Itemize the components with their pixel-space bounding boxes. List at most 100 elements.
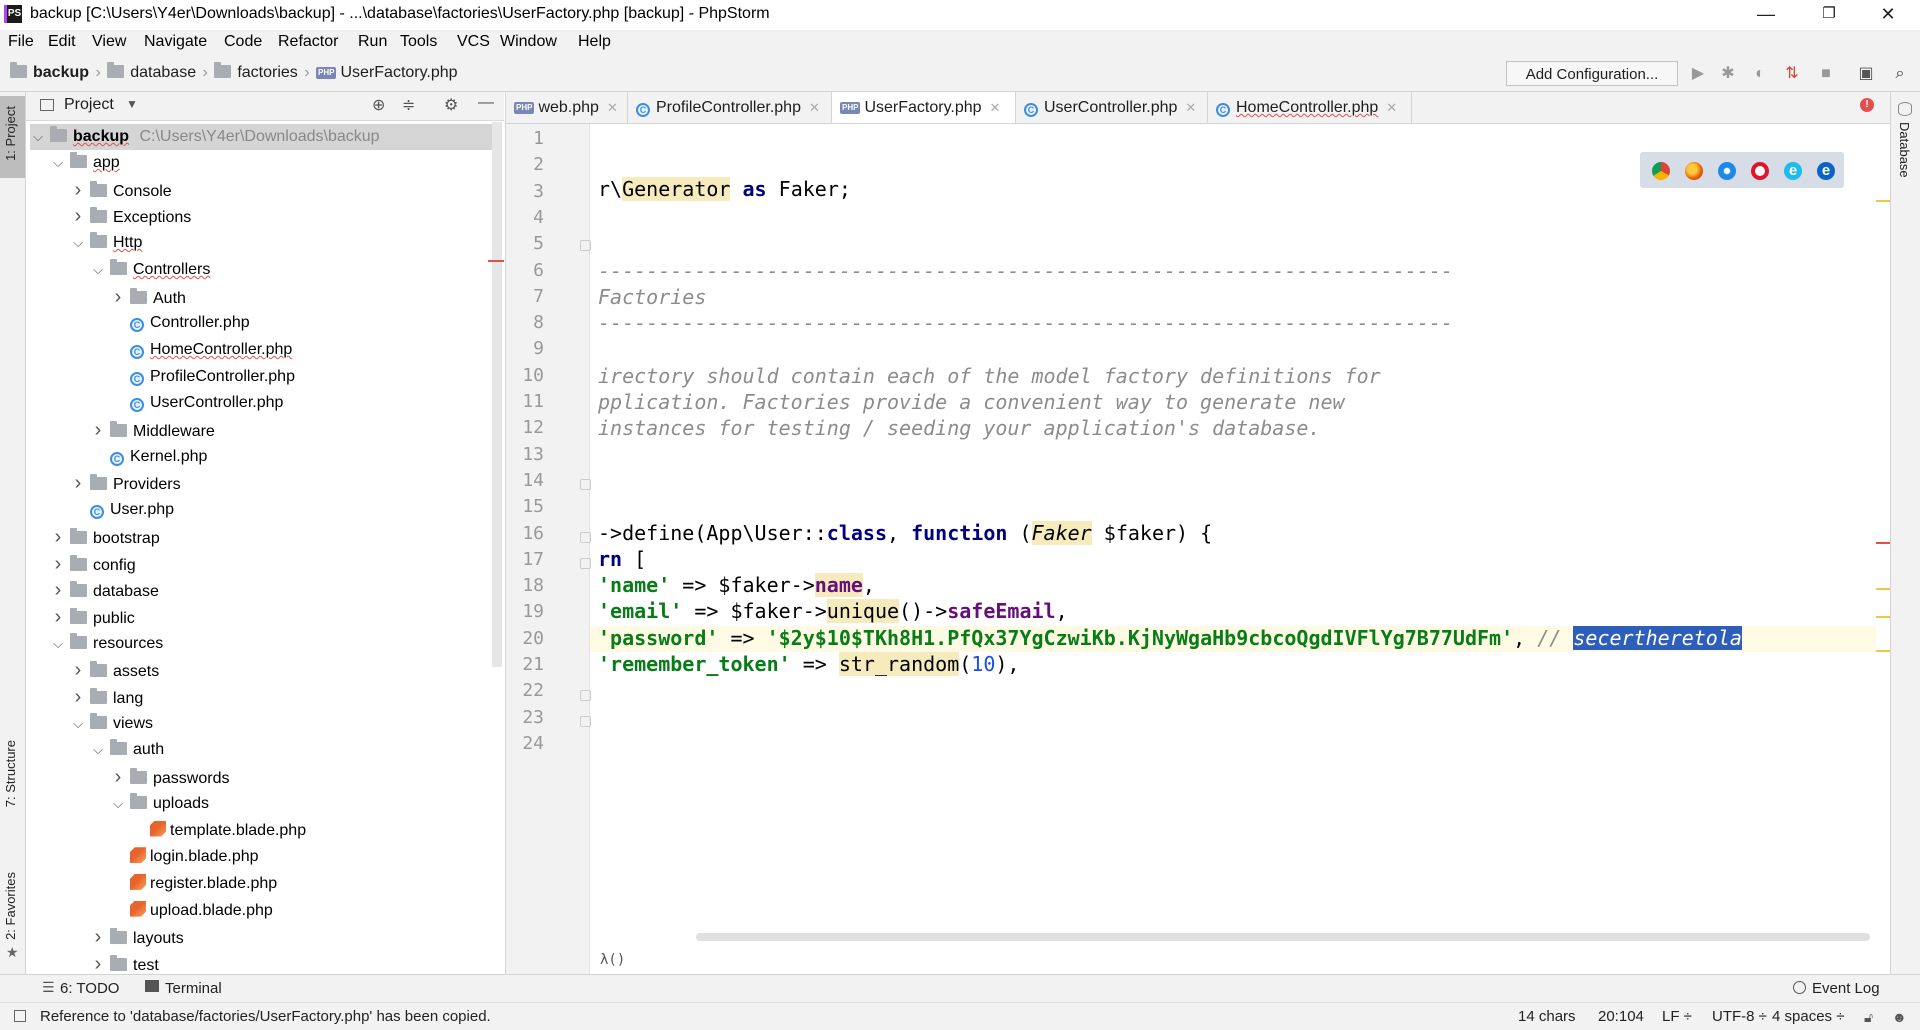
chevron-right-icon[interactable]: › — [50, 524, 66, 550]
tree-row-template-blade-php[interactable]: template.blade.php — [130, 818, 306, 844]
tree-row-http[interactable]: ⌵ Http — [70, 230, 142, 256]
tree-row-config[interactable]: › config — [50, 551, 136, 577]
chevron-down-icon[interactable]: ⌵ — [50, 150, 66, 176]
menu-vcs[interactable]: VCS — [457, 33, 490, 51]
restore-button[interactable]: ❐ — [1801, 0, 1857, 30]
add-configuration-button[interactable]: Add Configuration... — [1506, 61, 1678, 86]
tree-row-profilecontroller-php[interactable]: C ProfileController.php — [110, 364, 295, 390]
safari-icon[interactable] — [1718, 162, 1736, 180]
tree-row-layouts[interactable]: › layouts — [90, 924, 184, 950]
chevron-down-icon[interactable]: ⌵ — [110, 791, 126, 817]
code-breadcrumb[interactable]: λ() — [600, 952, 625, 968]
menu-tools[interactable]: Tools — [400, 33, 437, 51]
menu-view[interactable]: View — [92, 33, 126, 51]
menu-navigate[interactable]: Navigate — [144, 33, 207, 51]
tool-tab-favorites[interactable]: 2: Favorites — [3, 872, 18, 940]
project-structure-icon[interactable]: ▣ — [1856, 64, 1876, 84]
chevron-right-icon[interactable]: › — [70, 470, 86, 496]
project-panel-title[interactable]: Project — [64, 96, 114, 114]
debug-icon[interactable]: ✱ — [1718, 64, 1738, 84]
chevron-right-icon[interactable]: › — [90, 417, 106, 443]
breadcrumb-database[interactable]: database — [130, 64, 196, 81]
horizontal-scrollbar[interactable] — [696, 933, 1870, 941]
profile-icon[interactable]: ⇅ — [1782, 64, 1802, 84]
lock-icon[interactable]: 🔓︎ — [1864, 1009, 1873, 1026]
close-icon[interactable]: ✕ — [990, 100, 1001, 115]
tree-row-console[interactable]: › Console — [70, 177, 172, 203]
tree-row-login-blade-php[interactable]: login.blade.php — [110, 844, 259, 870]
todo-tab[interactable]: 6: TODO — [60, 980, 119, 997]
chevron-down-icon[interactable]: ⌵ — [70, 230, 86, 256]
tree-row-controllers[interactable]: ⌵ Controllers — [90, 257, 210, 283]
tab-profile-controller[interactable]: C ProfileController.php ✕ — [628, 92, 832, 123]
chevron-down-icon[interactable]: ▼ — [126, 97, 138, 111]
coverage-icon[interactable]: ◐ — [1750, 64, 1770, 84]
chevron-right-icon[interactable]: › — [70, 657, 86, 683]
warning-marker[interactable] — [1876, 588, 1890, 590]
project-scrollbar[interactable] — [492, 122, 502, 667]
chevron-right-icon[interactable]: › — [70, 203, 86, 229]
inspector-icon[interactable]: ☻ — [1892, 1009, 1907, 1025]
close-icon[interactable]: ✕ — [1386, 100, 1397, 115]
tree-row-uploads[interactable]: ⌵ uploads — [110, 791, 209, 817]
fold-marker-icon[interactable] — [580, 532, 591, 543]
hide-icon[interactable]: — — [478, 94, 494, 112]
menu-help[interactable]: Help — [578, 33, 611, 51]
collapse-icon[interactable]: ≑ — [402, 95, 415, 115]
opera-icon[interactable] — [1751, 162, 1769, 180]
tool-tab-database[interactable]: Database — [1897, 122, 1912, 178]
chevron-down-icon[interactable]: ⌵ — [90, 737, 106, 763]
fold-marker-icon[interactable] — [580, 240, 591, 251]
fold-marker-icon[interactable] — [580, 716, 591, 727]
tree-row-root[interactable]: ⌵ backup C:\Users\Y4er\Downloads\backup — [30, 124, 492, 150]
chevron-right-icon[interactable]: › — [110, 284, 126, 310]
firefox-icon[interactable] — [1685, 162, 1703, 180]
indent-setting[interactable]: 4 spaces ÷ — [1772, 1008, 1844, 1025]
chevron-down-icon[interactable]: ⌵ — [70, 711, 86, 737]
tab-user-factory[interactable]: PHP UserFactory.php ✕ — [832, 92, 1016, 123]
warning-marker[interactable] — [1876, 616, 1890, 618]
caret-position[interactable]: 20:104 — [1598, 1008, 1644, 1025]
chevron-right-icon[interactable]: › — [70, 177, 86, 203]
chevron-right-icon[interactable]: › — [110, 764, 126, 790]
gear-icon[interactable]: ⚙ — [444, 95, 458, 115]
edge-icon[interactable]: e — [1817, 162, 1835, 180]
code-editor[interactable]: r\Generator as Faker; ------------------… — [580, 124, 1890, 729]
warning-marker[interactable] — [1876, 200, 1890, 202]
tree-row-public[interactable]: › public — [50, 604, 135, 630]
fold-marker-icon[interactable] — [580, 479, 591, 490]
terminal-tab[interactable]: Terminal — [165, 980, 222, 997]
file-encoding[interactable]: UTF-8 ÷ — [1712, 1008, 1767, 1025]
menu-refactor[interactable]: Refactor — [278, 33, 338, 51]
tree-row-upload-blade-php[interactable]: upload.blade.php — [110, 898, 273, 924]
close-icon[interactable]: ✕ — [809, 100, 820, 115]
chevron-right-icon[interactable]: › — [50, 604, 66, 630]
tree-row-usercontroller-php[interactable]: C UserController.php — [110, 390, 283, 416]
chevron-right-icon[interactable]: › — [70, 684, 86, 710]
tree-row-views[interactable]: ⌵ views — [70, 711, 153, 737]
tree-row-database[interactable]: › database — [50, 577, 159, 603]
close-icon[interactable]: ✕ — [607, 100, 618, 115]
fold-marker-icon[interactable] — [580, 558, 591, 569]
breadcrumb-file[interactable]: UserFactory.php — [340, 64, 457, 81]
internet-explorer-icon[interactable]: e — [1784, 162, 1802, 180]
chevron-right-icon[interactable]: › — [50, 577, 66, 603]
tree-row-auth[interactable]: › Auth — [110, 284, 186, 310]
line-separator[interactable]: LF ÷ — [1662, 1008, 1692, 1025]
menu-code[interactable]: Code — [224, 33, 262, 51]
menu-window[interactable]: Window — [500, 33, 557, 51]
close-icon[interactable]: ✕ — [1185, 100, 1196, 115]
tree-row-homecontroller-php[interactable]: C HomeController.php — [110, 337, 292, 363]
error-indicator-icon[interactable]: ! — [1860, 98, 1874, 112]
tree-row-user-php[interactable]: C User.php — [70, 497, 174, 523]
tab-home-controller[interactable]: C HomeController.php ✕ — [1208, 92, 1412, 123]
tree-row-kernel-php[interactable]: C Kernel.php — [90, 444, 207, 470]
breadcrumb-factories[interactable]: factories — [237, 64, 297, 81]
error-marker[interactable] — [1876, 542, 1890, 544]
chevron-right-icon[interactable]: › — [90, 924, 106, 950]
search-icon[interactable]: ⌕ — [1890, 64, 1910, 84]
tree-row-resources[interactable]: ⌵ resources — [50, 631, 163, 657]
tab-web-php[interactable]: PHP web.php ✕ — [506, 92, 628, 123]
run-icon[interactable]: ▶ — [1688, 64, 1708, 84]
tree-row-exceptions[interactable]: › Exceptions — [70, 203, 192, 229]
